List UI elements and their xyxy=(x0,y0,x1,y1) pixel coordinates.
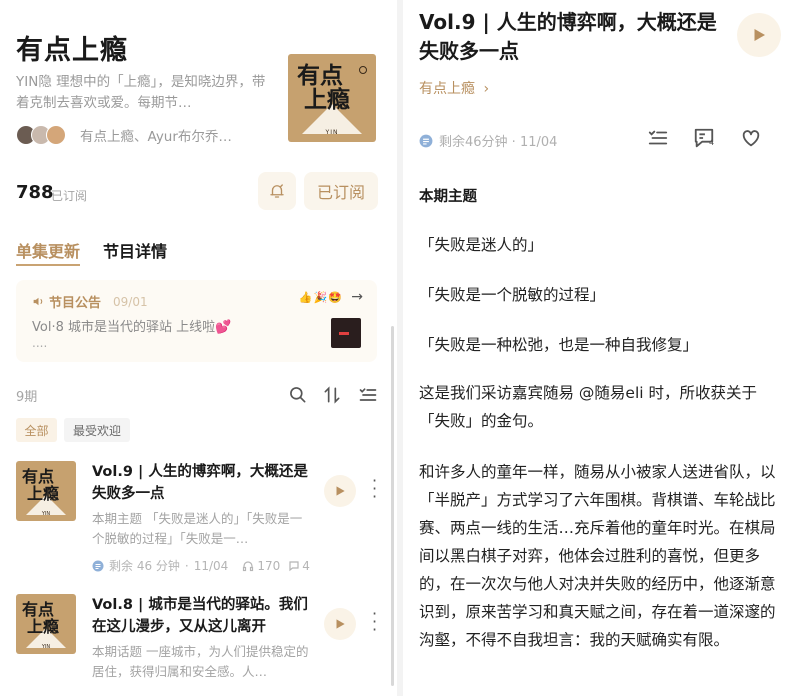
episode-detail-remaining: 剩余46分钟 · 11/04 xyxy=(439,135,558,150)
more-options-icon[interactable]: · · · xyxy=(372,473,377,505)
remaining-time-icon xyxy=(419,134,433,147)
announcement-title: 节目公告 xyxy=(49,296,102,311)
announcement-body: Vol·8 城市是当代的驿站 上线啦💕 xyxy=(32,320,232,335)
show-notes-paragraph: 「失败是一种松弛，也是一种自我修复」 xyxy=(419,336,699,354)
episode-play-button[interactable] xyxy=(324,608,356,640)
show-notes-paragraph: 这是我们采访嘉宾随易 @随易eli 时，所收获关于「失败」的金句。 xyxy=(419,384,758,430)
subscribe-button[interactable]: 已订阅 xyxy=(304,172,378,210)
podcast-panel: 有点上瘾 YIN隐 理想中的「上瘾」，是知晓边界，带着克制去喜欢或爱。每期节… … xyxy=(0,0,397,696)
podcast-description[interactable]: YIN隐 理想中的「上瘾」，是知晓边界，带着克制去喜欢或爱。每期节… xyxy=(16,72,266,114)
sort-icon[interactable] xyxy=(322,385,342,405)
host-names[interactable]: 有点上瘾、Ayur布尔乔… xyxy=(80,125,232,145)
headphone-icon xyxy=(243,560,254,571)
announcement-thumbnail xyxy=(331,318,361,348)
announcement-card[interactable]: 节目公告 09/01 👍🎉🤩 → Vol·8 城市是当代的驿站 上线啦💕 ...… xyxy=(16,280,377,362)
cover-text-line2: 上瘾 xyxy=(27,484,60,503)
episode-count: 9期 xyxy=(16,390,38,405)
tab-active-indicator xyxy=(16,264,80,266)
more-options-icon[interactable]: · · · xyxy=(372,606,377,638)
filter-all[interactable]: 全部 xyxy=(16,418,57,442)
show-notes-paragraph: 和许多人的童年一样，随易从小被家人送进省队，以「半脱产」方式学习了六年围棋。背棋… xyxy=(419,463,776,649)
filter-popular[interactable]: 最受欢迎 xyxy=(64,418,130,442)
episode-detail-title: Vol.9 | 人生的博弈啊，大概还是失败多一点 xyxy=(419,10,717,63)
episode-title: Vol.8 | 城市是当代的驿站。我们在这儿漫步，又从这儿离开 xyxy=(92,597,308,635)
cover-brand: YIN xyxy=(41,644,51,650)
episode-description: 本期主题 「失败是迷人的」「失败是一个脱敏的过程」「失败是一… xyxy=(92,511,303,546)
notification-button[interactable] xyxy=(258,172,296,210)
speaker-icon xyxy=(33,297,43,306)
episode-detail-meta: 剩余46分钟 · 11/04 xyxy=(419,131,557,150)
remaining-time-icon xyxy=(92,560,104,571)
reaction-emojis: 👍🎉🤩 xyxy=(298,291,343,304)
comment-button[interactable]: 4 xyxy=(693,127,719,151)
play-icon xyxy=(336,619,345,629)
cover-text-line1: 有点 xyxy=(22,600,55,619)
show-notes-paragraph: 「失败是一个脱敏的过程」 xyxy=(419,286,606,304)
show-notes-heading: 本期主题 xyxy=(419,189,477,205)
show-notes-paragraph: 「失败是迷人的」 xyxy=(419,236,544,254)
cover-brand: YIN xyxy=(41,511,51,517)
episode-plays: 170 xyxy=(257,558,281,573)
chevron-right-icon: › xyxy=(483,81,490,97)
episode-item[interactable]: 有点 上瘾 YIN Vol.8 | 城市是当代的驿站。我们在这儿漫步，又从这儿离… xyxy=(16,594,386,696)
podcast-cover: 有点 上瘾 YIN xyxy=(288,54,376,142)
episode-meta: 剩余 46 分钟 · 11/04 170 4 xyxy=(92,557,310,574)
detail-play-button[interactable] xyxy=(737,13,781,57)
episode-date: 11/04 xyxy=(193,558,229,573)
arrow-right-icon[interactable]: → xyxy=(351,289,363,305)
search-icon[interactable] xyxy=(288,385,308,405)
episode-play-button[interactable] xyxy=(324,475,356,507)
scrollbar[interactable] xyxy=(391,326,394,686)
play-icon xyxy=(336,486,345,496)
select-list-icon[interactable] xyxy=(358,385,378,405)
episode-description: 本期话题 一座城市，为人们提供稳定的居住，获得归属和安全感。人… xyxy=(92,644,309,679)
comment-icon xyxy=(289,560,299,571)
comment-count: 4 xyxy=(709,138,715,147)
episode-title: Vol.9 | 人生的博弈啊，大概还是失败多一点 xyxy=(92,464,308,502)
episode-cover: 有点 上瘾 YIN xyxy=(16,594,76,654)
announcement-date: 09/01 xyxy=(113,294,148,309)
episode-cover: 有点 上瘾 YIN xyxy=(16,461,76,521)
playlist-add-icon[interactable] xyxy=(647,127,669,149)
cover-brand: YIN xyxy=(325,129,339,136)
episode-item[interactable]: 有点 上瘾 YIN Vol.9 | 人生的博弈啊，大概还是失败多一点 本期主题 … xyxy=(16,461,386,581)
avatar xyxy=(46,125,66,145)
episode-detail-panel: Vol.9 | 人生的博弈啊，大概还是失败多一点 有点上瘾 › 剩余46分钟 ·… xyxy=(403,0,800,696)
host-avatars[interactable] xyxy=(16,125,76,145)
tab-episodes[interactable]: 单集更新 xyxy=(16,238,80,262)
announcement-ellipsis: .... xyxy=(32,336,48,350)
podcast-title: 有点上瘾 xyxy=(16,35,128,66)
heart-icon[interactable] xyxy=(739,127,763,149)
episode-comments: 4 xyxy=(302,558,310,573)
bell-icon xyxy=(270,184,284,198)
tab-details[interactable]: 节目详情 xyxy=(103,238,167,262)
cover-text-line2: 上瘾 xyxy=(27,617,60,636)
cover-text-line1: 有点 xyxy=(297,62,343,89)
cover-text-line1: 有点 xyxy=(22,467,55,486)
episode-remaining: 剩余 46 分钟 xyxy=(109,559,180,573)
podcast-link[interactable]: 有点上瘾 › xyxy=(419,78,489,98)
subscriber-label: 已订阅 xyxy=(51,189,88,203)
podcast-link-label: 有点上瘾 xyxy=(419,81,475,97)
play-icon xyxy=(754,29,765,41)
subscriber-count: 788 xyxy=(16,182,54,203)
cover-text-line2: 上瘾 xyxy=(304,86,350,113)
